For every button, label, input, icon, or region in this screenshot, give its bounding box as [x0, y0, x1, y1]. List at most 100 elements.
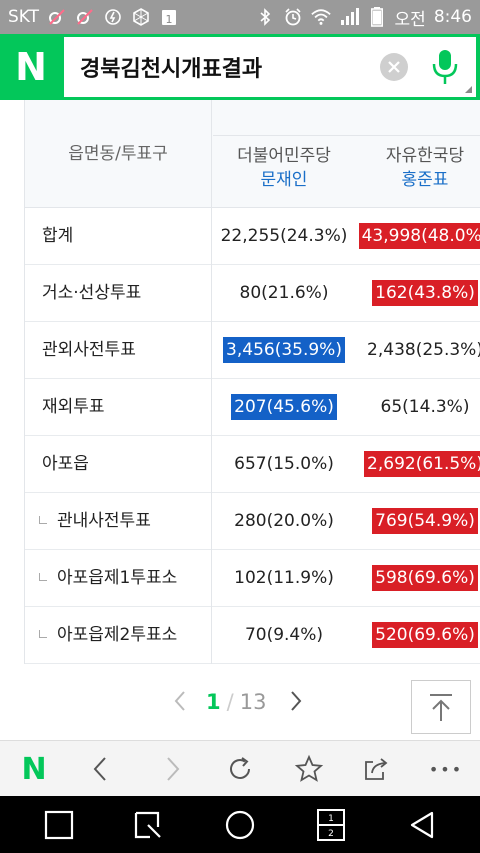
winner-vote-value: 3,456(35.9%) — [223, 337, 345, 363]
vote-value: 2,438(25.3%) — [367, 340, 480, 360]
clear-search-button[interactable] — [380, 53, 408, 81]
chevron-left-icon — [174, 691, 185, 711]
region-cell: 합계 — [25, 208, 212, 265]
header-candidate-2: 자유한국당 홍준표 — [355, 144, 480, 192]
header-region: 읍면동/투표구 — [25, 100, 212, 208]
notification-mute-icon-2 — [75, 7, 95, 27]
search-header: N 경북김천시개표결과 — [0, 34, 480, 100]
vote-cell-candidate-1: 280(20.0%) — [213, 493, 355, 550]
table-row: 아포읍 657(15.0%) 2,692(61.5%) — [25, 436, 480, 493]
region-cell: 관외사전투표 — [25, 322, 212, 379]
bookmark-button[interactable] — [279, 741, 339, 797]
vote-cell-candidate-1: 657(15.0%) — [213, 436, 355, 493]
search-square-icon — [134, 811, 161, 838]
vote-cell-candidate-1: 102(11.9%) — [213, 550, 355, 607]
vote-value: 280(20.0%) — [234, 511, 334, 531]
prev-page-button[interactable] — [172, 688, 188, 721]
svg-text:1: 1 — [328, 814, 334, 824]
region-label: 아포읍제2투표소 — [57, 625, 178, 645]
back-nav-button[interactable] — [392, 796, 452, 853]
winner-vote-value: 207(45.6%) — [231, 394, 337, 420]
voice-search-button[interactable] — [428, 47, 462, 87]
triangle-back-icon — [410, 811, 434, 838]
next-page-button[interactable] — [288, 688, 304, 721]
clock-ampm: 오전 — [394, 9, 426, 30]
refresh-icon — [230, 757, 250, 779]
vote-cell-candidate-2: 598(69.6%) — [355, 550, 480, 607]
sub-item-marker-icon — [39, 630, 47, 638]
total-pages: 13 — [239, 690, 267, 714]
vote-cell-candidate-2: 43,998(48.0%) — [355, 208, 480, 265]
region-label: 아포읍 — [42, 454, 89, 474]
winner-vote-value: 162(43.8%) — [372, 280, 478, 306]
forward-button[interactable] — [142, 741, 202, 797]
search-input[interactable]: 경북김천시개표결과 — [64, 37, 476, 97]
winner-vote-value: 2,692(61.5%) — [364, 451, 480, 477]
signal-icon — [339, 7, 359, 27]
vote-cell-candidate-2: 2,692(61.5%) — [355, 436, 480, 493]
clock-time: 8:46 — [433, 7, 472, 27]
android-nav-bar: 1 2 — [0, 796, 480, 853]
vote-value: 65(14.3%) — [380, 397, 470, 417]
battery-icon — [367, 7, 387, 27]
circle-home-icon — [225, 810, 255, 839]
back-button[interactable] — [71, 741, 131, 797]
vote-cell-candidate-2: 2,438(25.3%) — [355, 322, 480, 379]
vote-cell-candidate-2: 65(14.3%) — [355, 379, 480, 436]
region-label: 합계 — [42, 226, 74, 246]
vote-cell-candidate-2: 162(43.8%) — [355, 265, 480, 322]
scroll-to-top-button[interactable] — [411, 680, 471, 734]
power-saving-icon — [103, 7, 123, 27]
home-button[interactable]: N — [4, 741, 64, 797]
table-row: 합계 22,255(24.3%) 43,998(48.0%) — [25, 208, 480, 265]
refresh-button[interactable] — [210, 741, 270, 797]
vote-cell-candidate-1: 22,255(24.3%) — [213, 208, 355, 265]
region-label: 거소·선상투표 — [42, 283, 142, 303]
vote-value: 70(9.4%) — [244, 625, 324, 645]
sub-item-marker-icon — [39, 573, 47, 581]
region-cell: 거소·선상투표 — [25, 265, 212, 322]
vote-cell-candidate-1: 3,456(35.9%) — [213, 322, 355, 379]
search-nav-button[interactable] — [118, 796, 178, 853]
table-row: 관내사전투표 280(20.0%) 769(54.9%) — [25, 493, 480, 550]
candidate-1-name[interactable]: 문재인 — [213, 168, 355, 192]
vote-cell-candidate-1: 207(45.6%) — [213, 379, 355, 436]
app-notification-icon — [131, 7, 151, 27]
forward-arrow-icon — [167, 757, 180, 781]
sub-item-marker-icon — [39, 516, 47, 524]
naver-logo[interactable]: N — [11, 47, 51, 87]
header-candidate-1: 더불어민주당 문재인 — [213, 144, 355, 192]
back-arrow-icon — [93, 757, 106, 781]
close-icon — [388, 61, 400, 73]
vote-value: 22,255(24.3%) — [220, 226, 348, 246]
star-icon — [294, 754, 324, 782]
svg-text:1: 1 — [166, 13, 173, 26]
region-label: 관외사전투표 — [42, 340, 136, 360]
candidate-2-name[interactable]: 홍준표 — [355, 168, 480, 192]
share-button[interactable] — [346, 741, 406, 797]
more-menu-button[interactable]: ••• — [416, 741, 476, 797]
table-header: 읍면동/투표구 더불어민주당 문재인 자유한국당 홍준표 — [25, 100, 480, 208]
microphone-icon — [432, 50, 458, 84]
region-cell: 재외투표 — [25, 379, 212, 436]
header-divider — [213, 100, 480, 136]
results-content: 읍면동/투표구 더불어민주당 문재인 자유한국당 홍준표 합계 22,255(24… — [0, 100, 480, 740]
region-cell: 아포읍 — [25, 436, 212, 493]
split-screen-button[interactable]: 1 2 — [301, 796, 361, 853]
candidate-1-party: 더불어민주당 — [237, 146, 331, 166]
square-icon — [44, 810, 74, 839]
share-icon — [365, 758, 388, 780]
table-body: 합계 22,255(24.3%) 43,998(48.0%) 거소·선상투표 80(21… — [25, 208, 480, 664]
more-icon: ••• — [428, 759, 464, 779]
winner-vote-value: 43,998(48.0%) — [358, 223, 480, 249]
split-screen-icon: 1 2 — [317, 808, 345, 841]
chevron-right-icon — [291, 691, 302, 711]
status-bar: SKT 1 오전 8:46 — [0, 0, 480, 34]
search-query[interactable]: 경북김천시개표결과 — [80, 51, 262, 83]
recent-apps-button[interactable] — [29, 796, 89, 853]
home-nav-button[interactable] — [210, 796, 270, 853]
table-row: 재외투표 207(45.6%) 65(14.3%) — [25, 379, 480, 436]
region-label: 아포읍제1투표소 — [57, 568, 178, 588]
vote-cell-candidate-1: 70(9.4%) — [213, 607, 355, 664]
svg-text:2: 2 — [328, 829, 334, 839]
